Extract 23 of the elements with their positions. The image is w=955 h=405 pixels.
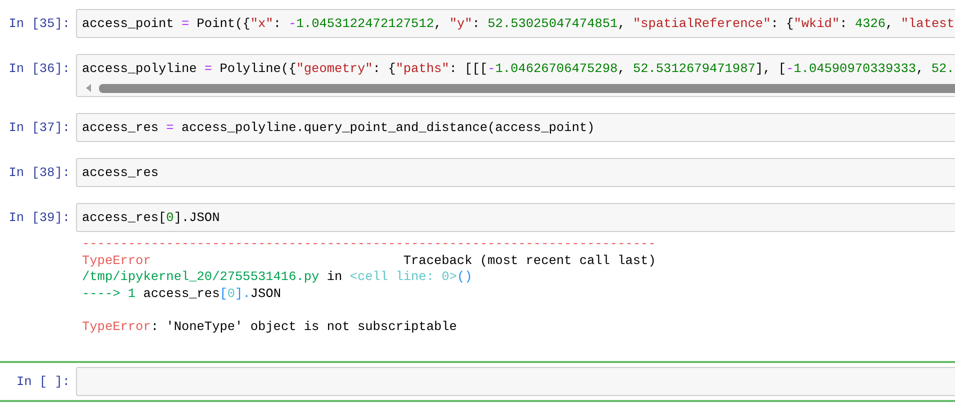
code-input[interactable]: access_res[0].JSON: [76, 203, 955, 232]
traceback-line: TypeError Traceback (most recent call last): [82, 252, 656, 269]
input-prompt: In [37]:: [8, 119, 71, 136]
selected-cell[interactable]: In [ ]:: [0, 361, 955, 402]
input-prompt: In [38]:: [8, 164, 71, 181]
input-prompt: In [ ]:: [15, 373, 71, 390]
notebook-cell[interactable]: In [37]: access_res = access_polyline.query_point_and_distance(access_point): [0, 109, 955, 146]
code-input[interactable]: access_polyline = Polyline({"geometry": {"paths": [[[-1.04626706475298, 52.5312679471987], [-1.04590970339333, 52.: [76, 54, 955, 97]
notebook-cell[interactable]: In [35]: access_point = Point({"x": -1.0453122472127512, "y": 52.53025047474851, "spatialReference": {"wkid": 4326, "latest: [0, 5, 955, 42]
traceback-line: ---------------------------------------------------------------------------: [82, 236, 656, 252]
traceback-line: ----> 1 access_res[0].JSON: [82, 286, 281, 302]
notebook-cell[interactable]: In [38]: access_res: [0, 154, 955, 191]
input-prompt: In [36]:: [8, 60, 71, 77]
code-input[interactable]: access_point = Point({"x": -1.0453122472127512, "y": 52.53025047474851, "spatialReference": {"wkid": 4326, "latest: [76, 9, 955, 38]
scroll-left-icon[interactable]: [85, 83, 93, 93]
input-prompt: In [39]:: [8, 209, 71, 226]
notebook-cell[interactable]: In [36]: access_polyline = Polyline({"geometry": {"paths": [[[-1.04626706475298, 52.5312679471987], [-1.04590970339333, 52.: [0, 50, 955, 101]
traceback-line: /tmp/ipykernel_20/2755531416.py in <cell line: 0>(): [82, 269, 472, 286]
code-input[interactable]: access_res = access_polyline.query_point_and_distance(access_point): [76, 113, 955, 142]
code-input[interactable]: [76, 367, 955, 396]
traceback-line: TypeError: 'NoneType' object is not subscriptable: [82, 318, 457, 335]
input-prompt: In [35]:: [8, 15, 71, 32]
code-input[interactable]: access_res: [76, 158, 955, 187]
